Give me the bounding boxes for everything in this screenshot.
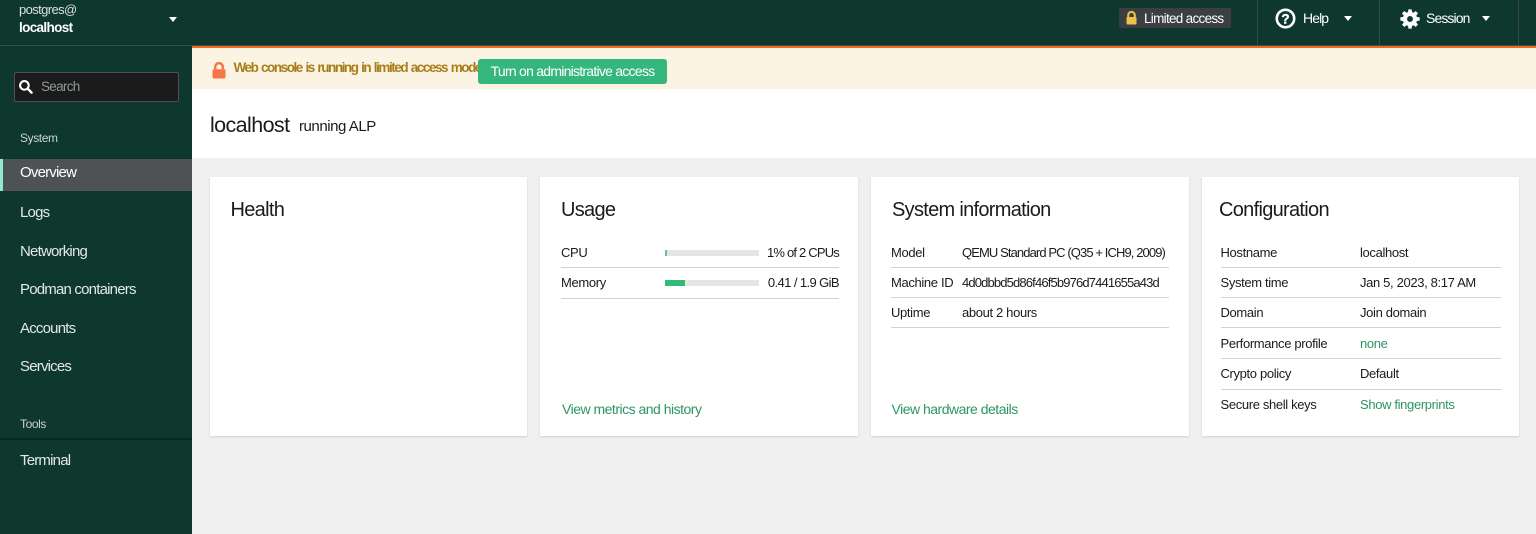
svg-text:?: ? xyxy=(1281,11,1289,26)
